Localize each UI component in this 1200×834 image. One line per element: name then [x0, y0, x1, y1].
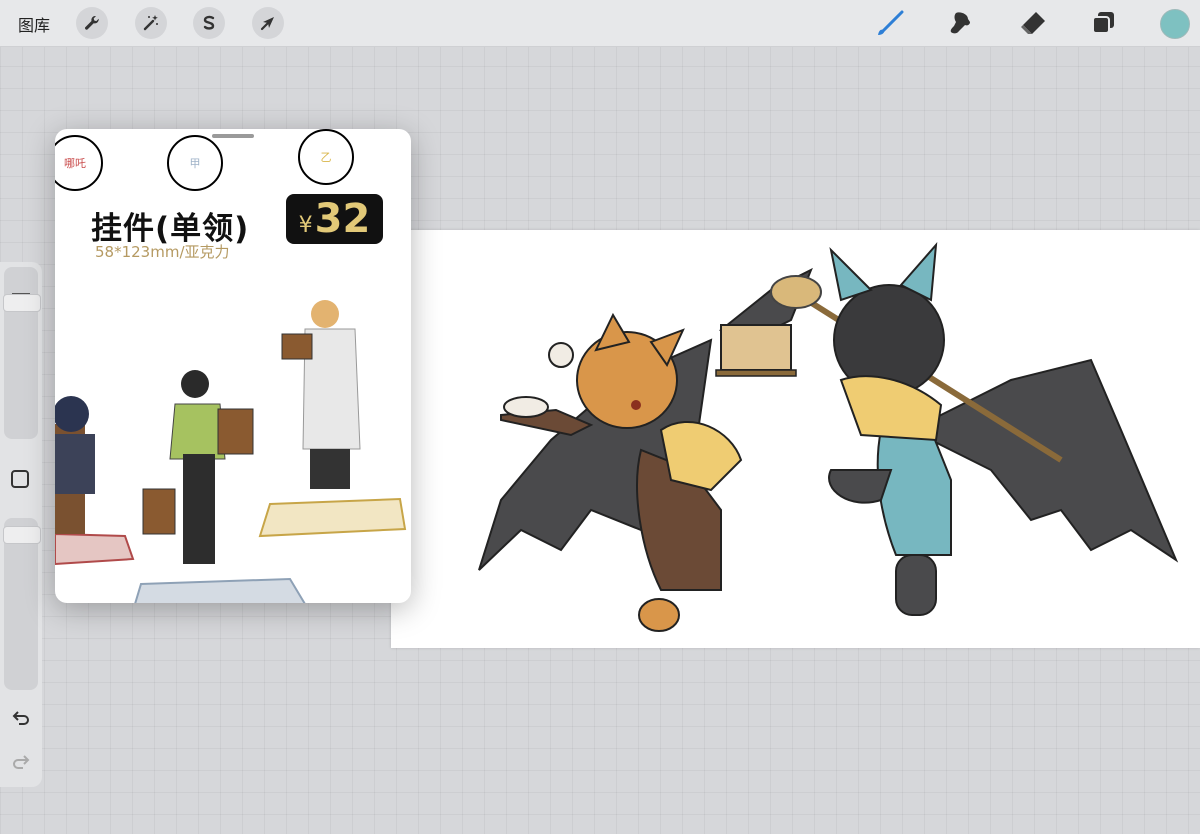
reference-product-photo [55, 300, 407, 603]
brush-tool-button[interactable] [875, 8, 905, 38]
redo-button[interactable] [10, 752, 32, 774]
brush-size-thumb[interactable] [3, 294, 41, 312]
selection-icon [203, 15, 215, 30]
opacity-thumb[interactable] [3, 526, 41, 544]
artwork-illustration [478, 242, 1179, 632]
modify-button[interactable] [11, 470, 29, 488]
price-value: 32 [314, 196, 371, 242]
charm-2: 甲 [167, 135, 223, 191]
layers-icon [1092, 12, 1114, 34]
product-spec: 58*123mm/亚克力 [95, 243, 230, 261]
charm-1: 哪吒 [55, 135, 103, 191]
price-currency: ¥ [298, 213, 313, 238]
charm-1-label: 哪吒 [64, 157, 86, 170]
adjustments-button[interactable] [135, 7, 167, 39]
reference-drag-handle[interactable] [212, 134, 254, 138]
top-toolbar: 图库 [0, 0, 1200, 47]
undo-button[interactable] [10, 708, 32, 730]
magic-wand-icon [143, 15, 158, 31]
reference-window[interactable]: 哪吒 甲 乙 挂件(单领) 58*123mm/亚克力 ¥ 32 [55, 129, 411, 603]
brush-icon [878, 10, 904, 35]
charm-3-label: 乙 [320, 151, 332, 164]
charm-3: 乙 [298, 129, 354, 185]
wrench-icon [85, 15, 99, 30]
transform-arrow-icon [260, 17, 274, 31]
smudge-tool-button[interactable] [946, 8, 976, 38]
price-tag: ¥ 32 [286, 194, 383, 244]
smudge-icon [950, 12, 970, 34]
actions-wrench-button[interactable] [76, 7, 108, 39]
selection-button[interactable] [193, 7, 225, 39]
color-picker-button[interactable] [1160, 9, 1190, 39]
drawing-canvas[interactable] [391, 230, 1200, 648]
undo-icon [12, 711, 29, 725]
gallery-button[interactable]: 图库 [18, 12, 50, 36]
charm-2-label: 甲 [189, 157, 201, 170]
layers-button[interactable] [1089, 8, 1119, 38]
opacity-slider[interactable] [3, 518, 41, 690]
left-sidebar [0, 262, 42, 787]
transform-button[interactable] [252, 7, 284, 39]
eraser-tool-button[interactable] [1018, 8, 1048, 38]
redo-icon [13, 755, 30, 769]
eraser-icon [1021, 12, 1045, 34]
brush-size-slider[interactable] [3, 267, 41, 439]
